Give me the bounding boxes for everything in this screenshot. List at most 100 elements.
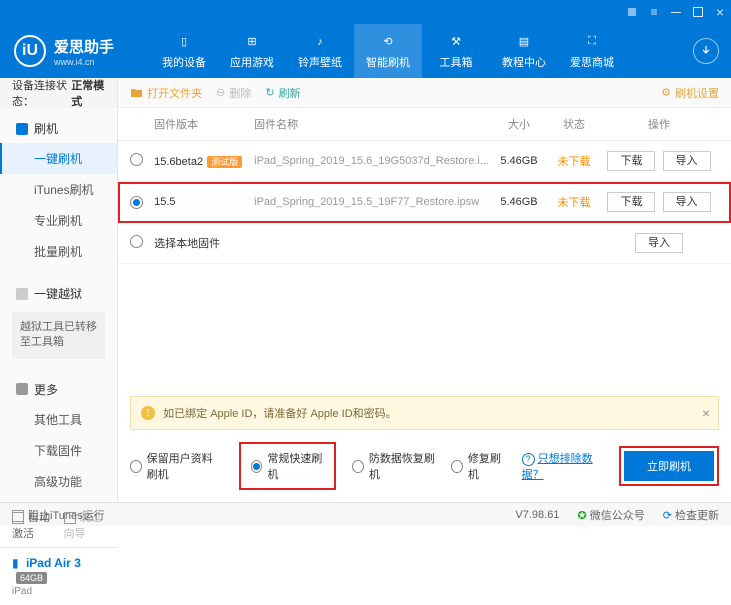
nav-apps[interactable]: ⊞应用游戏	[218, 24, 286, 78]
warning-close-icon[interactable]: ×	[702, 405, 710, 421]
col-size: 大小	[489, 116, 549, 132]
delete-button[interactable]: ⊖ 删除	[216, 85, 251, 101]
refresh-button[interactable]: ↻ 刷新	[265, 85, 300, 101]
side-note: 越狱工具已转移至工具箱	[12, 312, 105, 359]
device-model: iPad	[12, 586, 105, 597]
local-fw-label: 选择本地固件	[154, 235, 599, 251]
side-item[interactable]: 其他工具	[0, 404, 117, 435]
apps-icon: ⊞	[243, 33, 261, 51]
mode-radio[interactable]	[251, 460, 263, 473]
mode-option[interactable]: 常规快速刷机	[239, 442, 336, 490]
import-button[interactable]: 导入	[663, 192, 711, 212]
col-ops: 操作	[599, 116, 719, 132]
maximize-icon[interactable]	[691, 5, 705, 19]
download-button[interactable]: 下载	[607, 192, 655, 212]
book-icon: ▤	[515, 33, 533, 51]
fw-status: 未下载	[549, 194, 599, 210]
mode-radio[interactable]	[130, 460, 142, 473]
side-head-0[interactable]: 刷机	[0, 114, 117, 143]
sidebar: 设备连接状态： 正常模式 刷机一键刷机iTunes刷机专业刷机批量刷机一键越狱越…	[0, 78, 118, 502]
version-label: V7.98.61	[515, 509, 559, 521]
flash-settings-button[interactable]: ⚙ 刷机设置	[661, 85, 719, 101]
logo-icon: iU	[14, 35, 46, 67]
nav-book[interactable]: ▤教程中心	[490, 24, 558, 78]
warning-text: 如已绑定 Apple ID，请准备好 Apple ID和密码。	[163, 405, 397, 421]
fw-version: 15.6beta2测试版	[154, 155, 254, 168]
nav-label: 智能刷机	[366, 54, 410, 70]
main-nav: ▯我的设备⊞应用游戏 ♪ 铃声壁纸 ⟲ 智能刷机 ⚒ 工具箱 ▤教程中心⛶爱思商城	[150, 24, 681, 78]
side-item[interactable]: 高级功能	[0, 466, 117, 497]
fw-version: 15.5	[154, 196, 254, 208]
side-head-2[interactable]: 更多	[0, 375, 117, 404]
fw-size: 5.46GB	[489, 196, 549, 208]
firmware-row[interactable]: 15.5 iPad_Spring_2019_15.5_19F77_Restore…	[118, 182, 731, 223]
side-item[interactable]: iTunes刷机	[0, 174, 117, 205]
menu-icon[interactable]: ≡	[647, 5, 661, 19]
fw-name: iPad_Spring_2019_15.5_19F77_Restore.ipsw	[254, 196, 489, 208]
wechat-icon: ✪	[577, 510, 586, 522]
titlebar: ≡ ×	[0, 0, 731, 24]
device-info[interactable]: ▮ iPad Air 3 64GB iPad	[0, 547, 117, 605]
nav-label: 工具箱	[440, 54, 473, 70]
close-icon[interactable]: ×	[713, 5, 727, 19]
side-item[interactable]: 一键刷机	[0, 143, 117, 174]
local-firmware-row: 选择本地固件 导入	[118, 223, 731, 264]
main-panel: 打开文件夹 ⊖ 删除 ↻ 刷新 ⚙ 刷机设置 固件版本 固件名称 大小 状态 操…	[118, 78, 731, 502]
bullet-icon	[16, 123, 28, 135]
status-label: 设备连接状态：	[12, 77, 71, 109]
delete-icon: ⊖	[216, 86, 225, 99]
download-icon[interactable]	[693, 38, 719, 64]
row-radio[interactable]	[130, 196, 143, 209]
flash-now-button[interactable]: 立即刷机	[624, 451, 714, 481]
mode-option[interactable]: 修复刷机	[451, 450, 505, 482]
open-folder-button[interactable]: 打开文件夹	[130, 85, 202, 101]
app-url: www.i4.cn	[54, 57, 114, 67]
local-fw-radio[interactable]	[130, 235, 143, 248]
bullet-icon	[16, 288, 28, 300]
mode-radio[interactable]	[451, 460, 462, 473]
beta-badge: 测试版	[207, 156, 242, 168]
mode-bar: 保留用户资料刷机常规快速刷机防数据恢复刷机修复刷机? 只想排除数据？立即刷机	[118, 430, 731, 502]
block-itunes-check[interactable]: 阻止iTunes运行	[12, 507, 105, 523]
music-icon: ♪	[311, 33, 329, 51]
minimize-icon[interactable]	[669, 5, 683, 19]
info-icon[interactable]: ?	[522, 453, 535, 466]
side-item[interactable]: 下载固件	[0, 435, 117, 466]
nav-phone[interactable]: ▯我的设备	[150, 24, 218, 78]
import-button[interactable]: 导入	[635, 233, 683, 253]
device-storage: 64GB	[16, 572, 47, 584]
firmware-row[interactable]: 15.6beta2测试版 iPad_Spring_2019_15.6_19G50…	[118, 141, 731, 182]
side-head-1[interactable]: 一键越狱	[0, 279, 117, 308]
side-item[interactable]: 批量刷机	[0, 236, 117, 267]
grid-icon[interactable]	[625, 5, 639, 19]
fw-name: iPad_Spring_2019_15.6_19G5037d_Restore.i…	[254, 155, 489, 167]
device-phone-icon: ▮	[12, 556, 19, 570]
import-button[interactable]: 导入	[663, 151, 711, 171]
wechat-link[interactable]: ✪ 微信公众号	[577, 507, 644, 523]
nav-refresh[interactable]: ⟲ 智能刷机	[354, 24, 422, 78]
app-name: 爱思助手	[54, 36, 114, 57]
download-button[interactable]: 下载	[607, 151, 655, 171]
nav-music[interactable]: ♪ 铃声壁纸	[286, 24, 354, 78]
check-update-link[interactable]: ⟳ 检查更新	[663, 507, 719, 523]
refresh-icon: ↻	[265, 86, 274, 99]
col-name: 固件名称	[254, 116, 489, 132]
device-name: iPad Air 3	[26, 556, 81, 570]
row-radio[interactable]	[130, 153, 143, 166]
mode-option[interactable]: 保留用户资料刷机	[130, 450, 223, 482]
refresh-icon: ⟲	[379, 33, 397, 51]
nav-cart[interactable]: ⛶爱思商城	[558, 24, 626, 78]
col-status: 状态	[549, 116, 599, 132]
toolbox-icon: ⚒	[447, 33, 465, 51]
header: iU 爱思助手 www.i4.cn ▯我的设备⊞应用游戏 ♪ 铃声壁纸 ⟲ 智能刷机 ⚒ 工…	[0, 24, 731, 78]
table-header: 固件版本 固件名称 大小 状态 操作	[118, 108, 731, 141]
toolbar: 打开文件夹 ⊖ 删除 ↻ 刷新 ⚙ 刷机设置	[118, 78, 731, 108]
nav-toolbox[interactable]: ⚒ 工具箱	[422, 24, 490, 78]
nav-label: 我的设备	[162, 54, 206, 70]
bullet-icon	[16, 383, 28, 395]
fw-size: 5.46GB	[489, 155, 549, 167]
mode-option[interactable]: 防数据恢复刷机	[352, 450, 435, 482]
nav-label: 铃声壁纸	[298, 54, 342, 70]
side-item[interactable]: 专业刷机	[0, 205, 117, 236]
mode-radio[interactable]	[352, 460, 364, 473]
